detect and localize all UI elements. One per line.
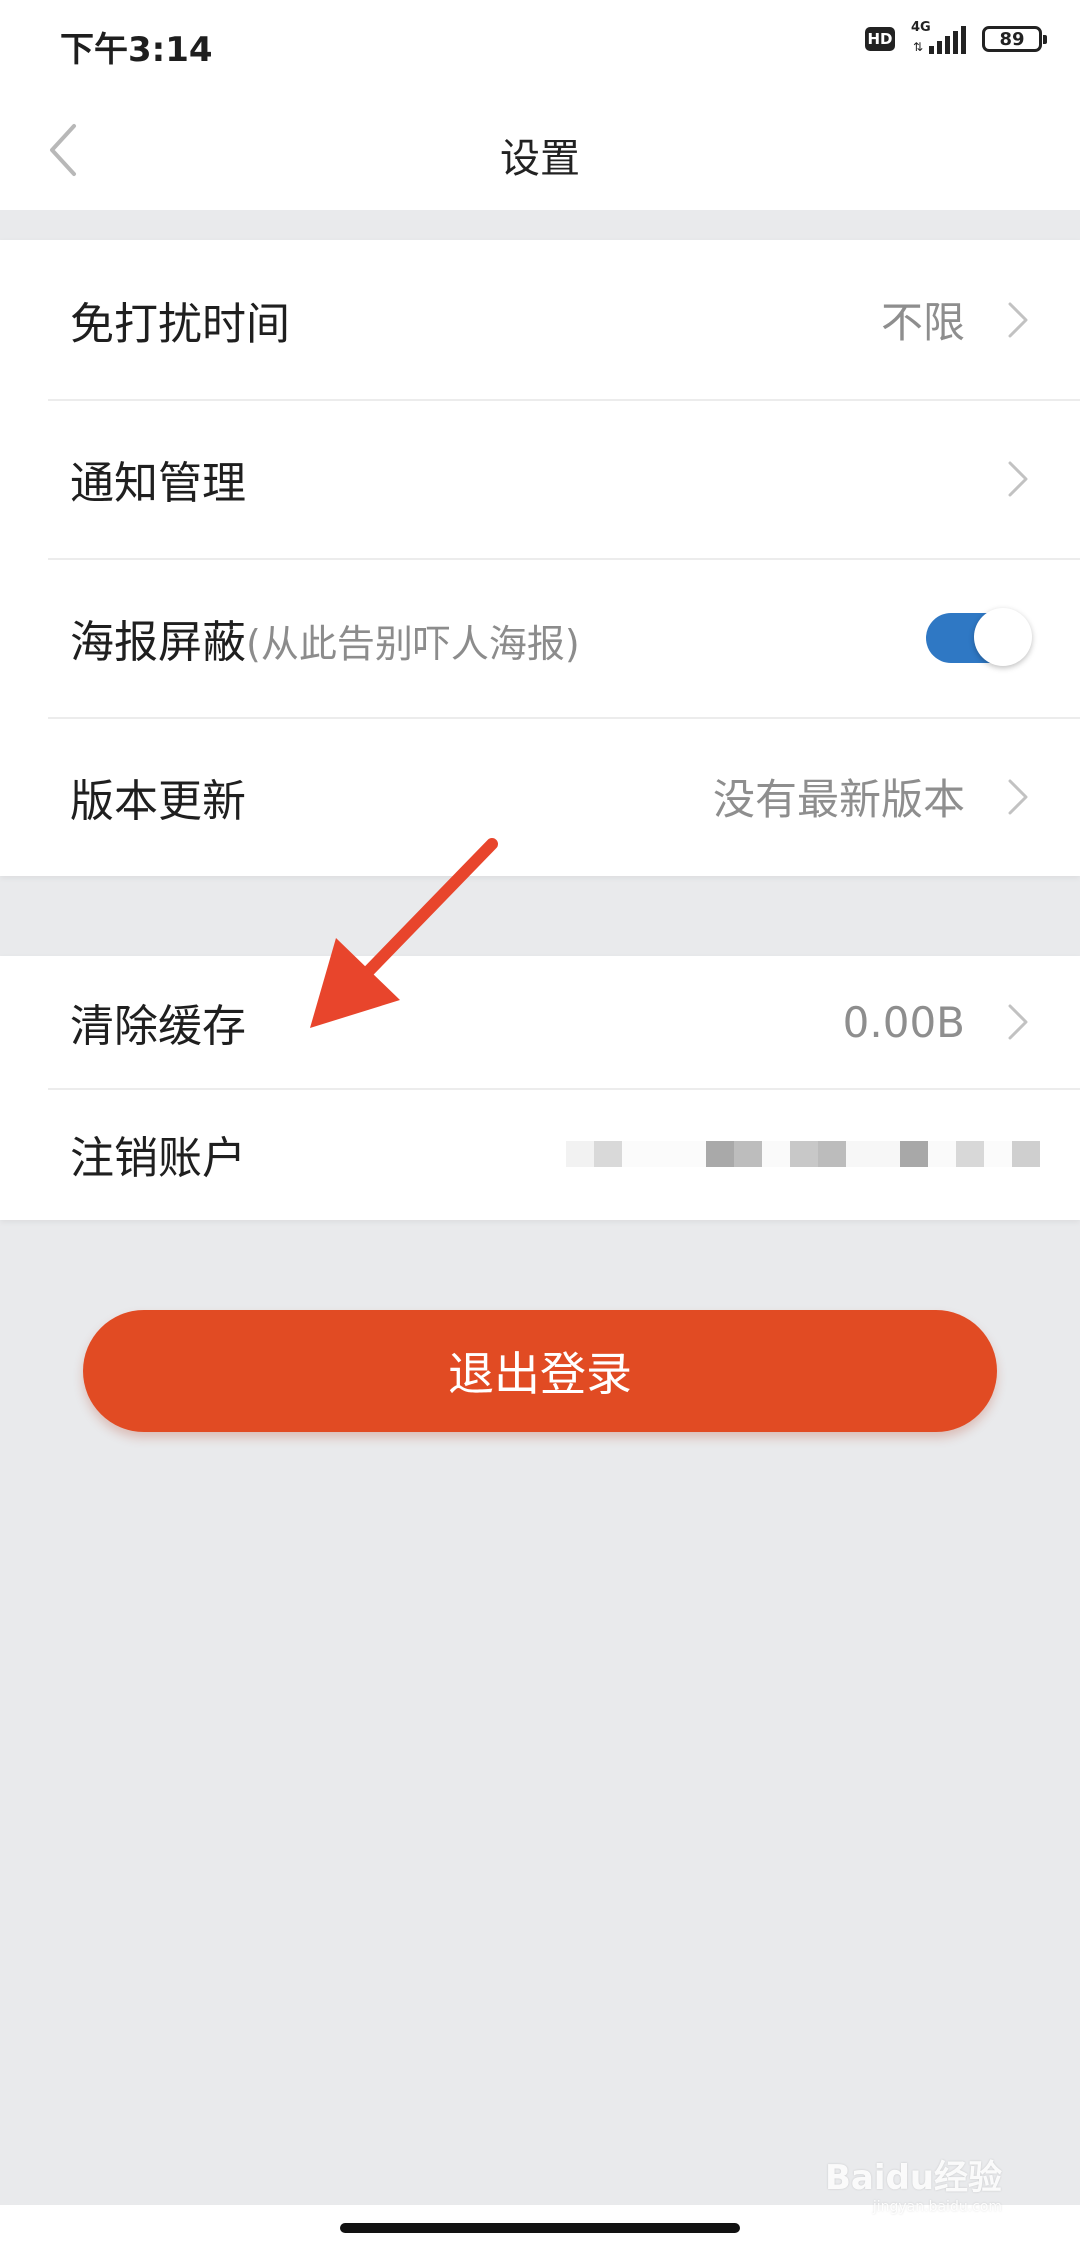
setting-label-text: 海报屏蔽 — [70, 616, 246, 668]
setting-hint: (从此告别吓人海报) — [246, 621, 580, 666]
toggle-knob — [974, 607, 1032, 666]
obscured-value — [566, 1141, 1040, 1167]
setting-row-notification[interactable]: 通知管理 — [0, 399, 1080, 558]
status-icons: HD 4G ⇅ 89 — [865, 20, 1047, 54]
setting-value: 0.00B — [842, 997, 965, 1047]
setting-label: 免打扰时间 — [70, 298, 290, 350]
setting-label: 海报屏蔽(从此告别吓人海报) — [70, 606, 580, 670]
setting-label: 注销账户 — [70, 1133, 246, 1184]
chevron-right-icon — [1008, 302, 1028, 337]
battery-icon: 89 — [982, 26, 1047, 52]
home-indicator[interactable] — [340, 2223, 740, 2233]
chevron-right-icon — [1008, 1004, 1028, 1040]
setting-label: 通知管理 — [70, 457, 246, 509]
baidu-watermark: Baidu经验 jingyan.baidu.com — [825, 2150, 1002, 2215]
setting-row-version-update[interactable]: 版本更新 没有最新版本 — [0, 717, 1080, 876]
network-type: 4G — [911, 20, 931, 35]
watermark-subtext: jingyan.baidu.com — [872, 2199, 1003, 2215]
setting-row-delete-account[interactable]: 注销账户 — [0, 1088, 1080, 1220]
page-title: 设置 — [500, 136, 580, 182]
setting-row-clear-cache[interactable]: 清除缓存 0.00B — [0, 956, 1080, 1088]
settings-group-general: 免打扰时间 不限 通知管理 海报屏蔽(从此告别吓人海报) 版本更新 没有最新版本 — [0, 240, 1080, 876]
setting-label: 清除缓存 — [70, 1001, 246, 1052]
settings-group-account: 清除缓存 0.00B 注销账户 — [0, 956, 1080, 1220]
status-time: 下午3:14 — [60, 30, 213, 70]
poster-block-toggle[interactable] — [926, 607, 1032, 666]
setting-value: 没有最新版本 — [712, 775, 965, 824]
setting-label: 版本更新 — [70, 775, 246, 827]
nav-bar: 设置 — [0, 90, 1080, 210]
logout-button[interactable]: 退出登录 — [83, 1310, 997, 1432]
status-bar: 下午3:14 HD 4G ⇅ 89 — [0, 0, 1080, 90]
signal-icon: 4G ⇅ — [911, 20, 966, 54]
setting-value: 不限 — [880, 298, 965, 347]
setting-row-dnd-time[interactable]: 免打扰时间 不限 — [0, 240, 1080, 399]
watermark-text: Baidu经验 — [825, 2158, 1003, 2198]
chevron-right-icon — [1008, 461, 1028, 496]
setting-row-poster-block: 海报屏蔽(从此告别吓人海报) — [0, 558, 1080, 717]
chevron-right-icon — [1008, 779, 1028, 814]
data-arrows-icon: ⇅ — [913, 40, 924, 54]
red-arrow-icon — [310, 838, 498, 1028]
hd-icon: HD — [865, 27, 895, 51]
